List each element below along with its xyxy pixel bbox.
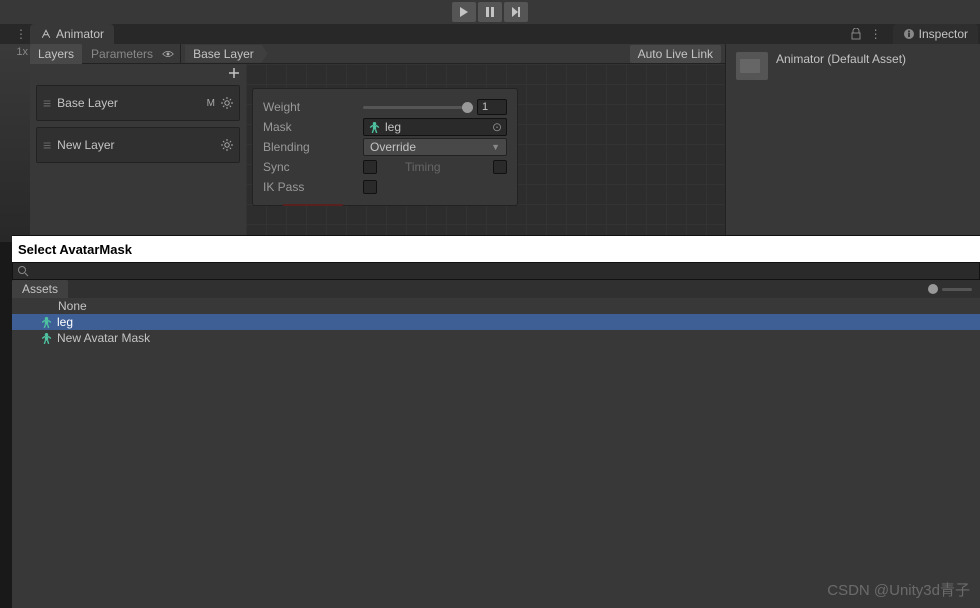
auto-live-link-button[interactable]: Auto Live Link	[630, 45, 721, 63]
dialog-item-label: None	[58, 299, 87, 313]
play-button[interactable]	[452, 2, 476, 22]
dialog-item-none[interactable]: None	[12, 298, 980, 314]
sync-label: Sync	[263, 160, 363, 174]
select-avatarmask-dialog: Select AvatarMask Assets None leg New Av…	[12, 235, 980, 608]
layer-item[interactable]: ≡ Base Layer M	[36, 85, 240, 121]
top-toolbar	[0, 0, 980, 24]
subtab-layers[interactable]: Layers	[30, 44, 82, 64]
weight-input[interactable]	[477, 99, 507, 115]
dialog-search[interactable]	[12, 262, 980, 280]
visibility-icon[interactable]	[162, 48, 174, 60]
layer-name: Base Layer	[57, 96, 200, 110]
drag-handle-icon[interactable]: ≡	[43, 137, 51, 153]
graph-area[interactable]: Weight Mask leg ⊙	[246, 64, 725, 242]
pause-button[interactable]	[478, 2, 502, 22]
dialog-tab-assets[interactable]: Assets	[12, 280, 68, 298]
mask-label: Mask	[263, 120, 363, 134]
ikpass-label: IK Pass	[263, 180, 363, 194]
mask-value: leg	[385, 120, 401, 134]
ikpass-checkbox[interactable]	[363, 180, 377, 194]
search-input[interactable]	[33, 265, 975, 277]
avatarmask-icon	[40, 332, 53, 345]
dialog-item-label: leg	[57, 315, 73, 329]
weight-slider[interactable]	[363, 106, 473, 109]
avatarmask-icon	[368, 121, 381, 134]
weight-label: Weight	[263, 100, 363, 114]
dialog-item[interactable]: leg	[12, 314, 980, 330]
blending-value: Override	[370, 140, 416, 154]
layers-list: ≡ Base Layer M ≡ New Layer	[30, 64, 246, 242]
inspector-tab-label: Inspector	[919, 27, 968, 41]
breadcrumb[interactable]: Base Layer	[185, 45, 268, 63]
layer-name: New Layer	[57, 138, 209, 152]
dialog-item[interactable]: New Avatar Mask	[12, 330, 980, 346]
layer-item[interactable]: ≡ New Layer	[36, 127, 240, 163]
inspector-panel: Animator (Default Asset)	[725, 44, 980, 242]
lock-icon[interactable]	[850, 28, 862, 40]
dialog-item-label: New Avatar Mask	[57, 331, 150, 345]
avatarmask-icon	[40, 316, 53, 329]
subtab-parameters[interactable]: Parameters	[83, 44, 161, 64]
asset-folder-icon	[736, 52, 768, 80]
sync-checkbox[interactable]	[363, 160, 377, 174]
gear-icon[interactable]	[221, 97, 233, 109]
add-layer-icon[interactable]	[228, 67, 240, 79]
timing-label: Timing	[405, 160, 441, 174]
left-gutter: 1x	[0, 44, 30, 242]
animator-panel: Layers Parameters Base Layer Auto Live L…	[30, 44, 725, 242]
tab-animator[interactable]: Animator	[30, 24, 114, 44]
dialog-zoom[interactable]	[928, 284, 972, 294]
dialog-title: Select AvatarMask	[12, 236, 980, 262]
animator-subtabs: Layers Parameters Base Layer Auto Live L…	[30, 44, 725, 64]
mask-field[interactable]: leg ⊙	[363, 118, 507, 136]
watermark: CSDN @Unity3d青子	[827, 579, 970, 600]
drag-handle-icon[interactable]: ≡	[43, 95, 51, 111]
kebab-icon[interactable]: ⋮	[870, 27, 881, 41]
layer-settings-popup: Weight Mask leg ⊙	[252, 88, 518, 206]
info-icon	[903, 28, 915, 40]
tab-inspector[interactable]: Inspector	[893, 24, 978, 44]
blending-dropdown[interactable]: Override ▼	[363, 138, 507, 156]
animator-icon	[40, 28, 52, 40]
dialog-tabs: Assets	[12, 280, 980, 298]
blending-label: Blending	[263, 140, 363, 154]
tab-bar: ⋮ Animator ⋮ Inspector	[0, 24, 980, 44]
tab-label: Animator	[56, 27, 104, 41]
asset-title: Animator (Default Asset)	[776, 52, 906, 66]
chevron-down-icon: ▼	[491, 142, 500, 152]
timing-checkbox[interactable]	[493, 160, 507, 174]
dialog-list: None leg New Avatar Mask	[12, 298, 980, 608]
layer-badge: M	[207, 98, 215, 109]
kebab-icon[interactable]: ⋮	[15, 27, 26, 41]
zoom-badge: 1x	[16, 46, 28, 58]
main-row: 1x Layers Parameters Base Layer Auto Liv…	[0, 44, 980, 242]
gear-icon[interactable]	[221, 139, 233, 151]
step-button[interactable]	[504, 2, 528, 22]
object-picker-icon[interactable]: ⊙	[492, 120, 502, 134]
search-icon	[17, 265, 29, 277]
